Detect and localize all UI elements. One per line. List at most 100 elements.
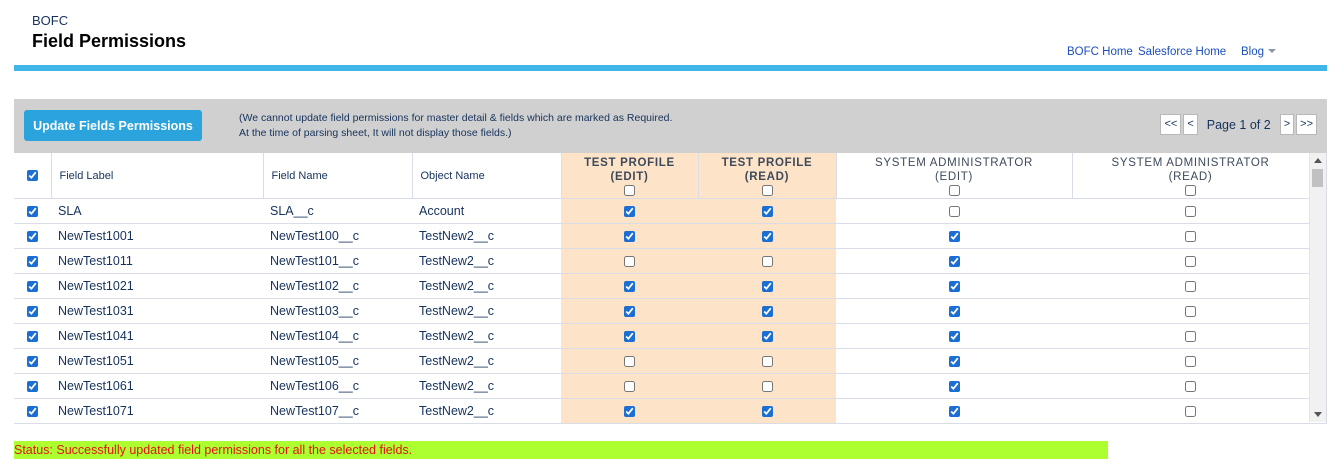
system-administrator-read-cell — [1072, 348, 1309, 374]
row-select-cell — [14, 348, 51, 374]
column-header-test-profile-edit: TEST PROFILE (EDIT) — [561, 153, 699, 199]
system-administrator-edit-cell — [836, 373, 1072, 399]
select-all-checkbox[interactable] — [26, 170, 38, 182]
column-header-field-name: Field Name — [263, 153, 413, 199]
test-profile-edit-checkbox[interactable] — [624, 256, 635, 268]
prev-page-button[interactable]: < — [1183, 114, 1198, 135]
toolbar: Update Fields Permissions (We cannot upd… — [14, 99, 1327, 153]
test-profile-edit-checkbox[interactable] — [624, 381, 635, 393]
row-select-checkbox[interactable] — [27, 356, 38, 368]
row-select-checkbox[interactable] — [27, 381, 38, 393]
grid-scrollbar[interactable] — [1309, 153, 1326, 422]
test-profile-edit-checkbox[interactable] — [624, 306, 635, 318]
system-administrator-read-checkbox[interactable] — [1185, 331, 1196, 343]
test-profile-read-checkbox[interactable] — [761, 406, 773, 418]
test-profile-edit-all-checkbox[interactable] — [624, 184, 635, 196]
info-note: (We cannot update field permissions for … — [239, 111, 672, 141]
system-administrator-edit-checkbox[interactable] — [948, 281, 960, 293]
scrollbar-thumb[interactable] — [1312, 169, 1323, 187]
field-label-cell: NewTest1041 — [51, 323, 263, 349]
column-header-object-name: Object Name — [412, 153, 562, 199]
object-name-cell: TestNew2__c — [412, 373, 561, 399]
table-row: NewTest1051 NewTest105__c TestNew2__c — [14, 348, 1309, 374]
field-name-cell: NewTest100__c — [263, 223, 412, 249]
object-name-cell: TestNew2__c — [412, 223, 561, 249]
system-administrator-edit-cell — [836, 348, 1072, 374]
row-select-checkbox[interactable] — [27, 231, 38, 243]
row-select-cell — [14, 373, 51, 399]
table-row: NewTest1001 NewTest100__c TestNew2__c — [14, 223, 1309, 249]
row-select-checkbox[interactable] — [27, 306, 38, 318]
system-administrator-read-checkbox[interactable] — [1185, 356, 1196, 368]
column-header-field-label: Field Label — [51, 153, 264, 199]
test-profile-edit-cell — [561, 273, 698, 299]
system-administrator-edit-cell — [836, 323, 1072, 349]
bofc-home-link[interactable]: BOFC Home — [1067, 46, 1133, 58]
field-name-cell: SLA__c — [263, 198, 412, 224]
update-fields-permissions-button[interactable]: Update Fields Permissions — [24, 110, 202, 141]
test-profile-read-checkbox[interactable] — [761, 231, 773, 243]
test-profile-edit-checkbox[interactable] — [624, 281, 635, 293]
system-administrator-edit-checkbox[interactable] — [948, 256, 960, 268]
chevron-down-icon — [1268, 49, 1277, 53]
test-profile-read-checkbox[interactable] — [761, 281, 773, 293]
salesforce-home-link[interactable]: Salesforce Home — [1138, 46, 1226, 58]
system-administrator-read-cell — [1072, 223, 1309, 249]
object-name-cell: TestNew2__c — [412, 348, 561, 374]
test-profile-read-checkbox[interactable] — [761, 306, 773, 318]
field-name-cell: NewTest104__c — [263, 323, 412, 349]
test-profile-edit-checkbox[interactable] — [624, 331, 635, 343]
test-profile-edit-checkbox[interactable] — [624, 356, 635, 368]
system-administrator-read-cell — [1072, 298, 1309, 324]
row-select-checkbox[interactable] — [27, 256, 38, 268]
first-page-button[interactable]: << — [1160, 114, 1182, 135]
system-administrator-edit-all-checkbox[interactable] — [948, 184, 960, 196]
profile-name: TEST PROFILE — [584, 156, 675, 169]
scroll-up-icon[interactable] — [1314, 158, 1322, 163]
info-note-line: (We cannot update field permissions for … — [239, 112, 673, 124]
system-administrator-edit-checkbox[interactable] — [948, 206, 960, 218]
system-administrator-read-checkbox[interactable] — [1185, 231, 1196, 243]
profile-mode: (READ) — [744, 170, 790, 183]
profile-name: SYSTEM ADMINISTRATOR — [875, 156, 1033, 169]
system-administrator-edit-checkbox[interactable] — [948, 306, 960, 318]
test-profile-read-cell — [698, 398, 836, 423]
row-select-cell — [14, 398, 51, 423]
system-administrator-edit-checkbox[interactable] — [948, 406, 960, 418]
last-page-button[interactable]: >> — [1296, 114, 1317, 135]
test-profile-read-checkbox[interactable] — [761, 381, 773, 393]
system-administrator-read-checkbox[interactable] — [1185, 281, 1196, 293]
row-select-checkbox[interactable] — [27, 331, 38, 343]
test-profile-edit-cell — [561, 248, 698, 274]
field-label-cell: NewTest1061 — [51, 373, 263, 399]
next-page-button[interactable]: > — [1279, 114, 1295, 135]
system-administrator-edit-cell — [836, 198, 1072, 224]
test-profile-edit-checkbox[interactable] — [624, 206, 635, 218]
system-administrator-read-checkbox[interactable] — [1185, 306, 1196, 318]
test-profile-edit-checkbox[interactable] — [624, 406, 635, 418]
table-row: NewTest1071 NewTest107__c TestNew2__c — [14, 398, 1309, 423]
system-administrator-edit-checkbox[interactable] — [948, 331, 960, 343]
row-select-checkbox[interactable] — [27, 406, 38, 418]
row-select-cell — [14, 248, 51, 274]
test-profile-edit-cell — [561, 348, 698, 374]
test-profile-read-checkbox[interactable] — [761, 331, 773, 343]
system-administrator-read-checkbox[interactable] — [1185, 381, 1196, 393]
test-profile-edit-checkbox[interactable] — [624, 231, 635, 243]
test-profile-read-checkbox[interactable] — [761, 206, 773, 218]
test-profile-read-cell — [698, 298, 836, 324]
test-profile-read-checkbox[interactable] — [761, 256, 773, 268]
test-profile-read-checkbox[interactable] — [761, 356, 773, 368]
system-administrator-read-checkbox[interactable] — [1185, 406, 1196, 418]
blog-menu[interactable]: Blog — [1241, 46, 1277, 58]
system-administrator-read-checkbox[interactable] — [1185, 206, 1196, 218]
system-administrator-edit-checkbox[interactable] — [948, 356, 960, 368]
system-administrator-read-checkbox[interactable] — [1185, 256, 1196, 268]
test-profile-read-all-checkbox[interactable] — [761, 184, 773, 196]
row-select-checkbox[interactable] — [27, 206, 38, 218]
system-administrator-edit-checkbox[interactable] — [948, 381, 960, 393]
system-administrator-read-all-checkbox[interactable] — [1185, 184, 1196, 196]
scroll-down-icon[interactable] — [1314, 412, 1322, 417]
system-administrator-edit-checkbox[interactable] — [948, 231, 960, 243]
row-select-checkbox[interactable] — [27, 281, 38, 293]
